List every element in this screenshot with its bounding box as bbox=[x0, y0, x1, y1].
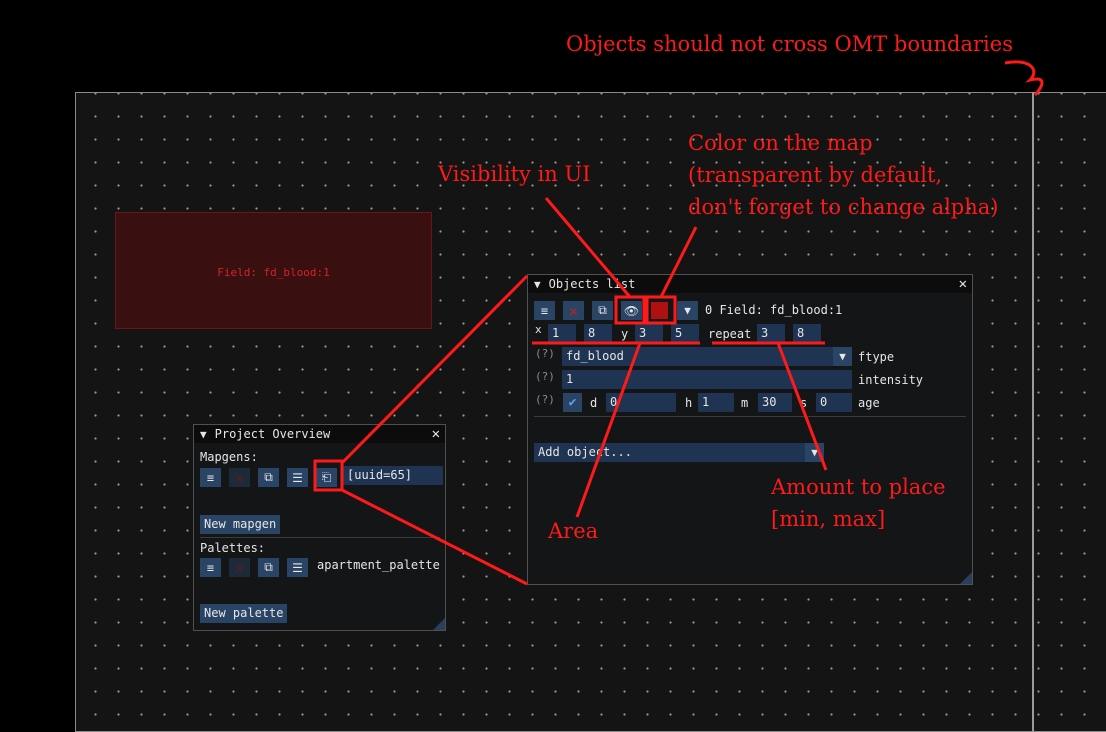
collapse-triangle-icon[interactable]: ▼ bbox=[200, 428, 207, 441]
omt-note: Objects should not cross OMT boundaries bbox=[566, 32, 1013, 56]
collapse-triangle-icon[interactable]: ▼ bbox=[534, 278, 541, 291]
palettes-label: Palettes: bbox=[200, 541, 266, 555]
eye-icon[interactable]: 👁 bbox=[621, 301, 642, 320]
ftype-label: ftype bbox=[858, 350, 895, 364]
project-overview-titlebar[interactable]: ▼ Project Overview ✕ bbox=[194, 425, 445, 443]
list-icon[interactable]: ≡ bbox=[200, 558, 221, 577]
chevron-down-icon[interactable]: ▼ bbox=[805, 443, 824, 462]
y-min-input[interactable]: 3 bbox=[635, 324, 663, 343]
ftype-select[interactable]: fd_blood ▼ bbox=[562, 347, 852, 366]
age-s-label: s bbox=[800, 396, 808, 410]
resize-grip[interactable] bbox=[960, 572, 972, 584]
close-icon[interactable]: ✕ bbox=[959, 275, 967, 293]
details-icon[interactable]: ☰ bbox=[287, 468, 308, 487]
color-note-line3: don't forget to change alpha) bbox=[688, 195, 999, 219]
y-max-input[interactable]: 5 bbox=[671, 324, 699, 343]
visibility-note: Visibility in UI bbox=[438, 162, 591, 186]
chevron-down-icon[interactable]: ▼ bbox=[833, 347, 852, 366]
field-object-preview[interactable]: Field: fd_blood:1 bbox=[115, 212, 432, 329]
delete-x-icon[interactable]: ✕ bbox=[229, 558, 250, 577]
repeat-label: repeat bbox=[708, 327, 752, 341]
divider bbox=[534, 416, 966, 417]
age-h-label: h bbox=[685, 396, 693, 410]
duplicate-icon[interactable]: ⧉ bbox=[592, 301, 613, 320]
age-label: age bbox=[858, 396, 880, 410]
field-object-label: Field: fd_blood:1 bbox=[217, 266, 330, 279]
duplicate-icon[interactable]: ⧉ bbox=[258, 468, 279, 487]
duplicate-icon[interactable]: ⧉ bbox=[258, 558, 279, 577]
checkmark-icon[interactable]: ✔ bbox=[563, 393, 582, 412]
age-days-input[interactable]: 0 bbox=[606, 393, 676, 412]
list-icon[interactable]: ≡ bbox=[200, 468, 221, 487]
age-minutes-input[interactable]: 30 bbox=[758, 393, 792, 412]
add-object-select[interactable]: Add object... ▼ bbox=[534, 443, 824, 462]
help-marker[interactable]: (?) bbox=[535, 393, 555, 406]
area-note: Area bbox=[548, 519, 599, 543]
repeat-min-input[interactable]: 3 bbox=[757, 324, 785, 343]
x-max-input[interactable]: 8 bbox=[584, 324, 612, 343]
color-note-line1: Color on the map bbox=[688, 131, 873, 155]
x-label: x bbox=[535, 323, 542, 336]
intensity-label: intensity bbox=[858, 373, 924, 387]
delete-x-icon[interactable]: ✕ bbox=[229, 468, 250, 487]
omt-arrow bbox=[1004, 60, 1044, 97]
object-color-swatch[interactable] bbox=[651, 302, 668, 319]
color-note-line2: (transparent by default, bbox=[688, 163, 943, 187]
new-palette-button[interactable]: New palette bbox=[200, 604, 288, 623]
divider bbox=[200, 537, 440, 538]
x-min-input[interactable]: 1 bbox=[548, 324, 576, 343]
list-icon[interactable]: ≡ bbox=[534, 301, 555, 320]
palette-item-label[interactable]: apartment_palette bbox=[317, 558, 440, 572]
details-icon[interactable]: ☰ bbox=[287, 558, 308, 577]
delete-x-icon[interactable]: ✕ bbox=[563, 301, 584, 320]
add-object-label: Add object... bbox=[538, 445, 632, 459]
age-hours-input[interactable]: 1 bbox=[698, 393, 734, 412]
new-mapgen-button[interactable]: New mapgen bbox=[200, 515, 281, 534]
y-label: y bbox=[621, 327, 629, 341]
age-seconds-input[interactable]: 0 bbox=[816, 393, 852, 412]
repeat-max-input[interactable]: 8 bbox=[793, 324, 821, 343]
help-marker[interactable]: (?) bbox=[535, 370, 555, 383]
open-icon[interactable]: ⎗ bbox=[316, 468, 337, 487]
intensity-input[interactable]: 1 bbox=[562, 370, 852, 389]
ftype-value: fd_blood bbox=[566, 349, 624, 363]
age-m-label: m bbox=[741, 396, 749, 410]
resize-grip[interactable] bbox=[433, 618, 445, 630]
triangle-down-icon[interactable]: ▼ bbox=[677, 301, 698, 320]
amount-note-line2: [min, max] bbox=[771, 507, 886, 531]
close-icon[interactable]: ✕ bbox=[432, 425, 440, 443]
help-marker[interactable]: (?) bbox=[535, 347, 555, 360]
amount-note-line1: Amount to place bbox=[771, 475, 946, 499]
window-title: Objects list bbox=[548, 277, 636, 291]
object-label: 0 Field: fd_blood:1 bbox=[705, 303, 843, 317]
age-d-label: d bbox=[590, 396, 598, 410]
window-title: Project Overview bbox=[214, 427, 331, 441]
omt-boundary-line bbox=[1032, 92, 1034, 732]
mapgen-item-input[interactable]: [uuid=65] bbox=[343, 466, 443, 485]
project-overview-window[interactable]: ▼ Project Overview ✕ Mapgens: ≡ ✕ ⧉ ☰ ⎗ … bbox=[193, 424, 446, 631]
objects-list-titlebar[interactable]: ▼ Objects list ✕ bbox=[528, 275, 972, 293]
mapgens-label: Mapgens: bbox=[200, 450, 258, 464]
